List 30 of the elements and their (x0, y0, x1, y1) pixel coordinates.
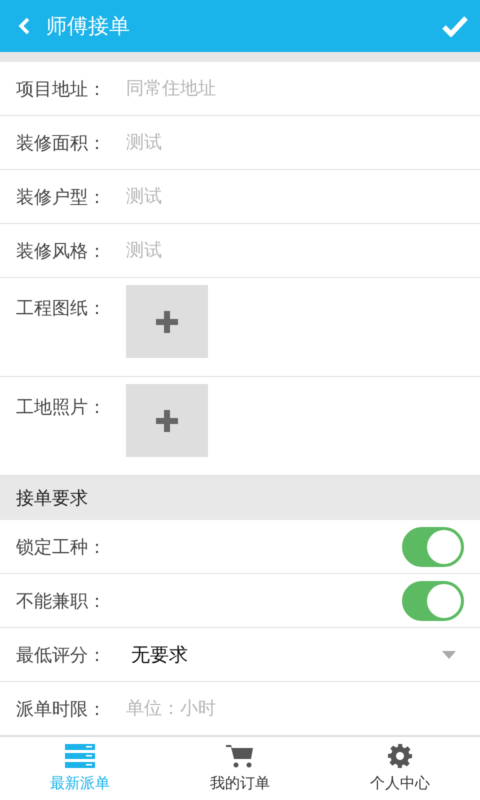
rating-dropdown[interactable]: 无要求 (126, 642, 188, 668)
field-label: 项目地址： (16, 78, 107, 100)
input-field[interactable]: 同常住地址 (126, 78, 464, 99)
input-field[interactable]: 测试 (126, 240, 464, 261)
plus-icon (155, 408, 179, 432)
dropdown-caret-icon (442, 650, 456, 658)
field-label: 工程图纸： (16, 297, 107, 320)
section-title: 接单要求 (16, 487, 88, 510)
field-label: 装修风格： (16, 240, 107, 262)
field-label: 工地照片： (16, 396, 107, 419)
plus-icon (155, 310, 179, 334)
field-label: 装修户型： (16, 186, 107, 208)
input-field[interactable]: 单位：小时 (126, 698, 464, 719)
add-image-button[interactable] (126, 285, 208, 358)
field-label: 最低评分： (16, 644, 107, 666)
field-label: 装修面积： (16, 132, 107, 154)
field-label: 锁定工种： (16, 536, 107, 558)
toggle-switch[interactable] (402, 580, 464, 620)
back-icon[interactable] (18, 17, 30, 35)
add-image-button[interactable] (126, 384, 208, 457)
cart-icon (226, 744, 254, 768)
list-icon (65, 744, 95, 768)
toggle-switch[interactable] (402, 526, 464, 566)
field-label: 不能兼职： (16, 590, 107, 612)
check-icon[interactable] (442, 15, 468, 37)
field-label: 派单时限： (16, 698, 107, 720)
settings-icon (388, 744, 412, 768)
input-field[interactable]: 测试 (126, 132, 464, 153)
page-title: 师傅接单 (46, 13, 131, 40)
input-field[interactable]: 测试 (126, 186, 464, 207)
